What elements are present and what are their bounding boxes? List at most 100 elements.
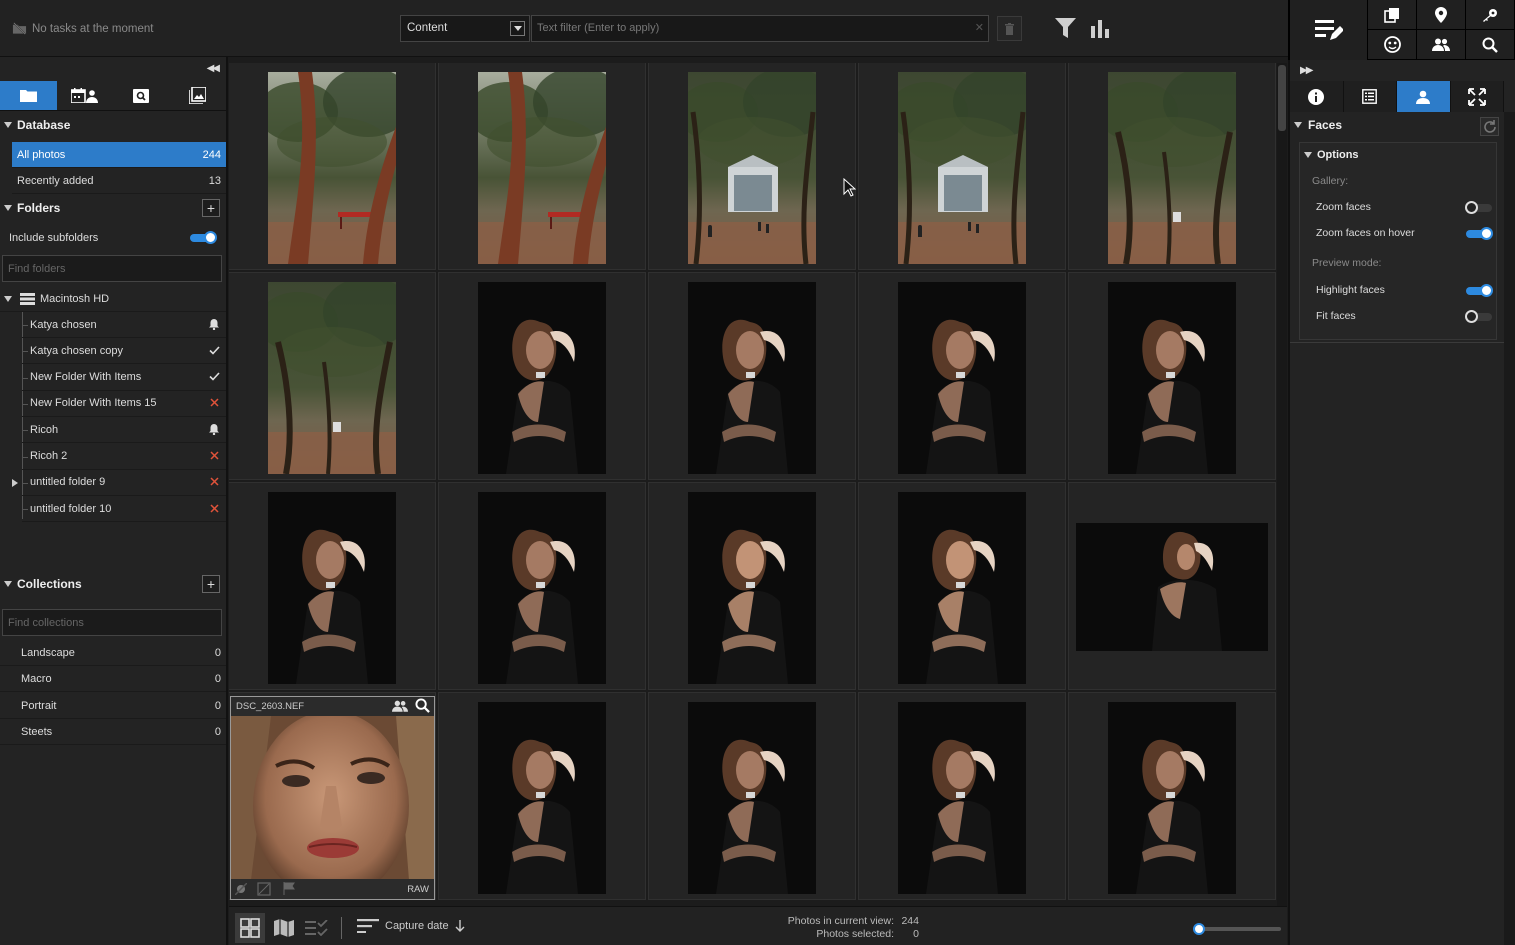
reject-icon[interactable] <box>234 882 248 898</box>
folders-section-header[interactable]: Folders + <box>0 195 226 221</box>
add-folder-button[interactable]: + <box>202 199 220 217</box>
map-view-button[interactable] <box>271 913 297 943</box>
folder-item[interactable]: Katya chosen copy <box>22 338 226 365</box>
zoom-icon[interactable] <box>415 698 430 716</box>
photo-thumbnail[interactable] <box>688 282 816 474</box>
task-status-text: No tasks at the moment <box>32 22 154 35</box>
gallery-scrollbar[interactable] <box>1277 63 1287 906</box>
collection-item-steets[interactable]: Steets 0 <box>0 719 226 745</box>
thumbnail-size-slider[interactable] <box>1193 923 1281 935</box>
add-collection-button[interactable]: + <box>202 575 220 593</box>
photo-thumbnail[interactable] <box>478 492 606 684</box>
photo-thumbnail[interactable] <box>1108 702 1236 894</box>
sort-control[interactable]: Capture date <box>357 919 465 933</box>
arrow-down-icon[interactable] <box>455 920 465 932</box>
slider-knob[interactable] <box>1193 923 1205 935</box>
flag-icon[interactable] <box>283 882 296 898</box>
folder-item[interactable]: untitled folder 9 <box>22 470 226 496</box>
people-icon[interactable] <box>392 700 408 715</box>
collapse-right-icon[interactable]: ▶▶ <box>1300 65 1313 76</box>
collections-title: Collections <box>17 577 82 591</box>
folder-item[interactable]: New Folder With Items 15 <box>22 391 226 417</box>
tab-folders[interactable] <box>0 81 57 110</box>
photo-thumbnail[interactable] <box>268 282 396 474</box>
photo-thumbnail[interactable] <box>478 282 606 474</box>
folder-item[interactable]: Ricoh <box>22 417 226 444</box>
label-icon[interactable] <box>257 882 271 899</box>
photo-thumbnail[interactable] <box>688 72 816 264</box>
collection-item-macro[interactable]: Macro 0 <box>0 666 226 692</box>
zoom-faces-toggle[interactable] <box>1465 201 1492 214</box>
photo-thumbnail[interactable] <box>1108 282 1236 474</box>
database-section-header[interactable]: Database <box>0 112 226 138</box>
tab-search[interactable] <box>113 81 170 110</box>
people-button[interactable] <box>1417 30 1466 60</box>
scrollbar-thumb[interactable] <box>1278 65 1286 131</box>
chevron-down-icon[interactable] <box>510 21 525 36</box>
expand-folder-icon[interactable] <box>12 478 18 487</box>
expand-icon <box>1294 122 1302 128</box>
options-header[interactable]: Options <box>1304 149 1359 161</box>
fit-faces-toggle[interactable] <box>1465 310 1492 323</box>
search-button[interactable] <box>1466 30 1515 60</box>
database-item-label: Recently added <box>17 174 94 187</box>
photo-thumbnail[interactable] <box>478 72 606 264</box>
check-icon <box>208 371 220 383</box>
folder-item[interactable]: Katya chosen <box>22 312 226 338</box>
location-button[interactable] <box>1417 0 1466 30</box>
photo-thumbnail[interactable] <box>898 282 1026 474</box>
photo-thumbnail[interactable] <box>898 702 1026 894</box>
tab-metadata[interactable] <box>1343 81 1397 112</box>
database-item-all-photos[interactable]: All photos 244 <box>12 142 226 168</box>
photo-thumbnail[interactable] <box>231 716 434 880</box>
photo-thumbnail[interactable] <box>688 702 816 894</box>
folder-label: New Folder With Items 15 <box>30 397 157 410</box>
tab-faces[interactable] <box>1397 81 1451 112</box>
photos-selected-label: Photos selected: <box>816 928 894 940</box>
key-button[interactable] <box>1466 0 1515 30</box>
histogram-icon[interactable] <box>1090 18 1110 41</box>
collections-section-header[interactable]: Collections + <box>0 571 226 597</box>
highlight-faces-toggle[interactable] <box>1466 284 1493 297</box>
photo-thumbnail[interactable] <box>1076 523 1268 651</box>
collapse-left-icon[interactable]: ◀◀ <box>207 63 220 74</box>
find-folders-input[interactable]: Find folders <box>2 255 222 282</box>
folder-root-macintosh-hd[interactable]: Macintosh HD <box>0 286 226 312</box>
collection-item-portrait[interactable]: Portrait 0 <box>0 693 226 719</box>
compare-view-button[interactable] <box>303 913 331 943</box>
content-select[interactable]: Content <box>400 15 530 42</box>
left-tabs <box>0 81 226 111</box>
photo-thumbnail[interactable] <box>898 492 1026 684</box>
photo-thumbnail[interactable] <box>898 72 1026 264</box>
photo-thumbnail[interactable] <box>268 72 396 264</box>
edit-metadata-button[interactable] <box>1290 0 1368 60</box>
photo-thumbnail[interactable] <box>688 492 816 684</box>
clear-filter-button[interactable] <box>997 16 1022 41</box>
include-subfolders-toggle[interactable] <box>190 231 217 244</box>
collection-item-landscape[interactable]: Landscape 0 <box>0 640 226 666</box>
folder-item[interactable]: Ricoh 2 <box>22 444 226 470</box>
copy-button[interactable] <box>1368 0 1417 30</box>
find-collections-input[interactable]: Find collections <box>2 609 222 636</box>
tab-images[interactable] <box>169 81 226 110</box>
hovered-photo-card[interactable]: DSC_2603.NEF RAW <box>230 696 435 900</box>
folder-item[interactable]: untitled folder 10 <box>22 496 226 523</box>
refresh-faces-button[interactable] <box>1480 117 1499 136</box>
filter-icon[interactable] <box>1055 18 1076 41</box>
fit-faces-label: Fit faces <box>1316 310 1356 322</box>
grid-view-button[interactable] <box>235 913 265 943</box>
face-detect-button[interactable] <box>1368 30 1417 60</box>
text-filter-input[interactable]: Text filter (Enter to apply) ✕ <box>531 15 989 42</box>
folder-item[interactable]: New Folder With Items <box>22 365 226 391</box>
clear-icon[interactable]: ✕ <box>975 21 984 34</box>
faces-section-header[interactable]: Faces <box>1290 112 1504 138</box>
database-item-recently-added[interactable]: Recently added 13 <box>12 168 226 194</box>
tab-info[interactable] <box>1290 81 1344 112</box>
right-scrollbar[interactable] <box>1504 112 1515 945</box>
photo-thumbnail[interactable] <box>268 492 396 684</box>
photo-thumbnail[interactable] <box>1108 72 1236 264</box>
zoom-faces-hover-toggle[interactable] <box>1466 227 1493 240</box>
tab-calendar-people[interactable] <box>56 81 113 110</box>
photo-thumbnail[interactable] <box>478 702 606 894</box>
tab-fullscreen[interactable] <box>1450 81 1504 112</box>
